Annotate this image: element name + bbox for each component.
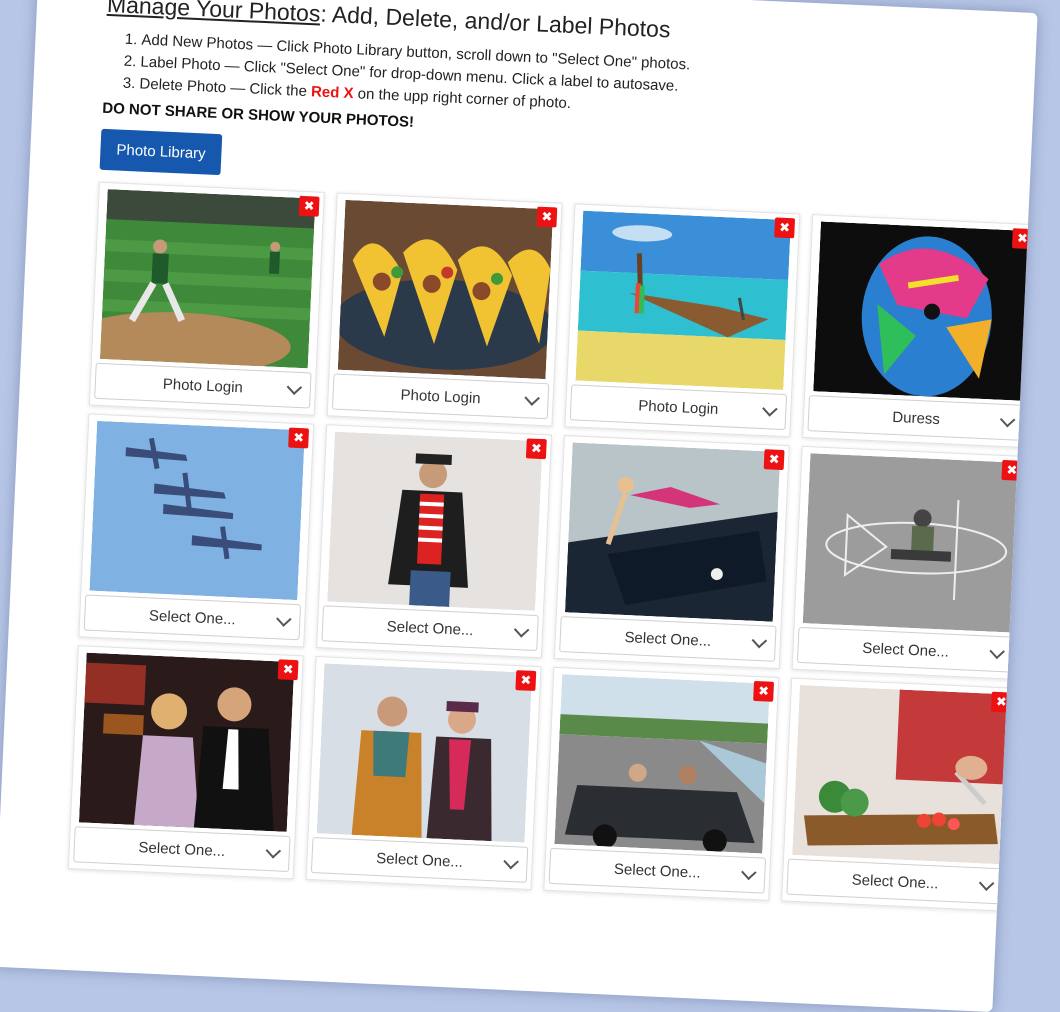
delete-icon[interactable]: ✖ [763,449,785,471]
photo-library-button[interactable]: Photo Library [99,128,223,176]
chevron-down-icon [265,843,282,859]
photo-card: ✖ Photo Login [88,181,325,416]
photo-card: ✖ Photo Login [326,192,563,427]
photo-airplane-drawing[interactable] [802,453,1019,633]
label-dropdown-value: Select One... [613,860,702,882]
label-dropdown[interactable]: Select One... [786,858,1004,905]
delete-icon[interactable]: ✖ [753,680,775,702]
label-dropdown-value: Photo Login [400,386,482,407]
label-dropdown[interactable]: Select One... [73,826,291,873]
label-dropdown[interactable]: Select One... [321,605,539,652]
photo-couple-winter[interactable] [316,663,533,843]
label-dropdown[interactable]: Duress [807,395,1025,441]
label-dropdown[interactable]: Select One... [310,837,529,883]
red-x-highlight: Red X [310,83,354,103]
label-dropdown[interactable]: Select One... [796,626,1015,673]
content: Manage Your Photos: Add, Delete, and/or … [67,0,1038,912]
photo-card: ✖ Select One... [543,666,780,901]
label-dropdown-value: Select One... [386,617,474,639]
label-dropdown-value: Select One... [138,838,226,860]
photo-card: ✖ Select One... [316,424,553,659]
delete-icon[interactable]: ✖ [1001,459,1023,481]
delete-icon[interactable]: ✖ [288,427,310,449]
photo-convertible-road[interactable] [554,674,770,854]
delete-icon[interactable]: ✖ [1011,228,1033,250]
label-dropdown[interactable]: Select One... [83,594,302,641]
photo-card: ✖ Select One... [78,413,315,648]
instruction-text: Delete Photo — Click the [139,75,312,101]
label-dropdown-value: Select One... [624,628,712,650]
chevron-down-icon [999,411,1016,428]
photo-card: ✖ Duress [802,214,1038,449]
photo-couple-casino[interactable] [78,652,295,832]
chevron-down-icon [524,390,540,406]
label-dropdown-value: Duress [892,408,941,428]
delete-icon[interactable]: ✖ [774,217,796,239]
chevron-down-icon [978,875,995,891]
photo-longtail-boat-beach[interactable] [575,210,791,390]
delete-icon[interactable]: ✖ [515,670,537,692]
label-dropdown-value: Select One... [861,639,950,661]
photo-card: ✖ Select One... [781,677,1018,912]
photo-baseball-pitcher[interactable] [99,189,316,369]
label-dropdown[interactable]: Photo Login [569,384,788,431]
photo-card: ✖ Select One... [67,645,304,880]
label-dropdown[interactable]: Select One... [559,616,777,662]
delete-icon[interactable]: ✖ [536,206,558,228]
label-dropdown[interactable]: Photo Login [331,373,550,420]
photo-painted-face[interactable] [813,221,1029,401]
chevron-down-icon [762,401,778,417]
delete-icon[interactable]: ✖ [990,691,1012,713]
photo-card: ✖ Select One... [305,656,542,891]
label-dropdown-value: Photo Login [162,375,244,396]
delete-icon[interactable]: ✖ [298,195,320,217]
chevron-down-icon [741,864,757,881]
photo-grid: ✖ Photo Login ✖ Photo Login ✖ Photo Logi… [67,181,1038,912]
photo-chopping-vegetables[interactable] [792,685,1008,865]
chevron-down-icon [989,643,1005,660]
delete-icon[interactable]: ✖ [525,438,547,460]
chevron-down-icon [751,632,768,649]
chevron-down-icon [276,611,292,627]
chevron-down-icon [513,622,530,638]
photo-woman-on-car[interactable] [564,442,781,622]
photo-tacos[interactable] [337,199,554,380]
label-dropdown-value: Select One... [375,849,464,871]
photo-card: ✖ Select One... [553,435,790,670]
label-dropdown[interactable]: Photo Login [94,362,312,409]
photo-fighter-planes[interactable] [89,420,305,601]
page-sheet: Manage Your Photos: Add, Delete, and/or … [0,0,1038,1012]
photo-man-in-hat[interactable] [327,431,543,611]
photo-card: ✖ Photo Login [564,203,801,438]
delete-icon[interactable]: ✖ [277,659,299,681]
page-title-main: Manage Your Photos [106,0,322,27]
chevron-down-icon [503,853,519,870]
label-dropdown[interactable]: Select One... [548,847,767,894]
label-dropdown-value: Select One... [851,871,939,892]
page-title-sub: : Add, Delete, and/or Label Photos [319,0,672,43]
label-dropdown-value: Select One... [148,606,237,628]
chevron-down-icon [286,379,303,396]
label-dropdown-value: Photo Login [637,396,719,418]
photo-card: ✖ Select One... [791,445,1028,680]
